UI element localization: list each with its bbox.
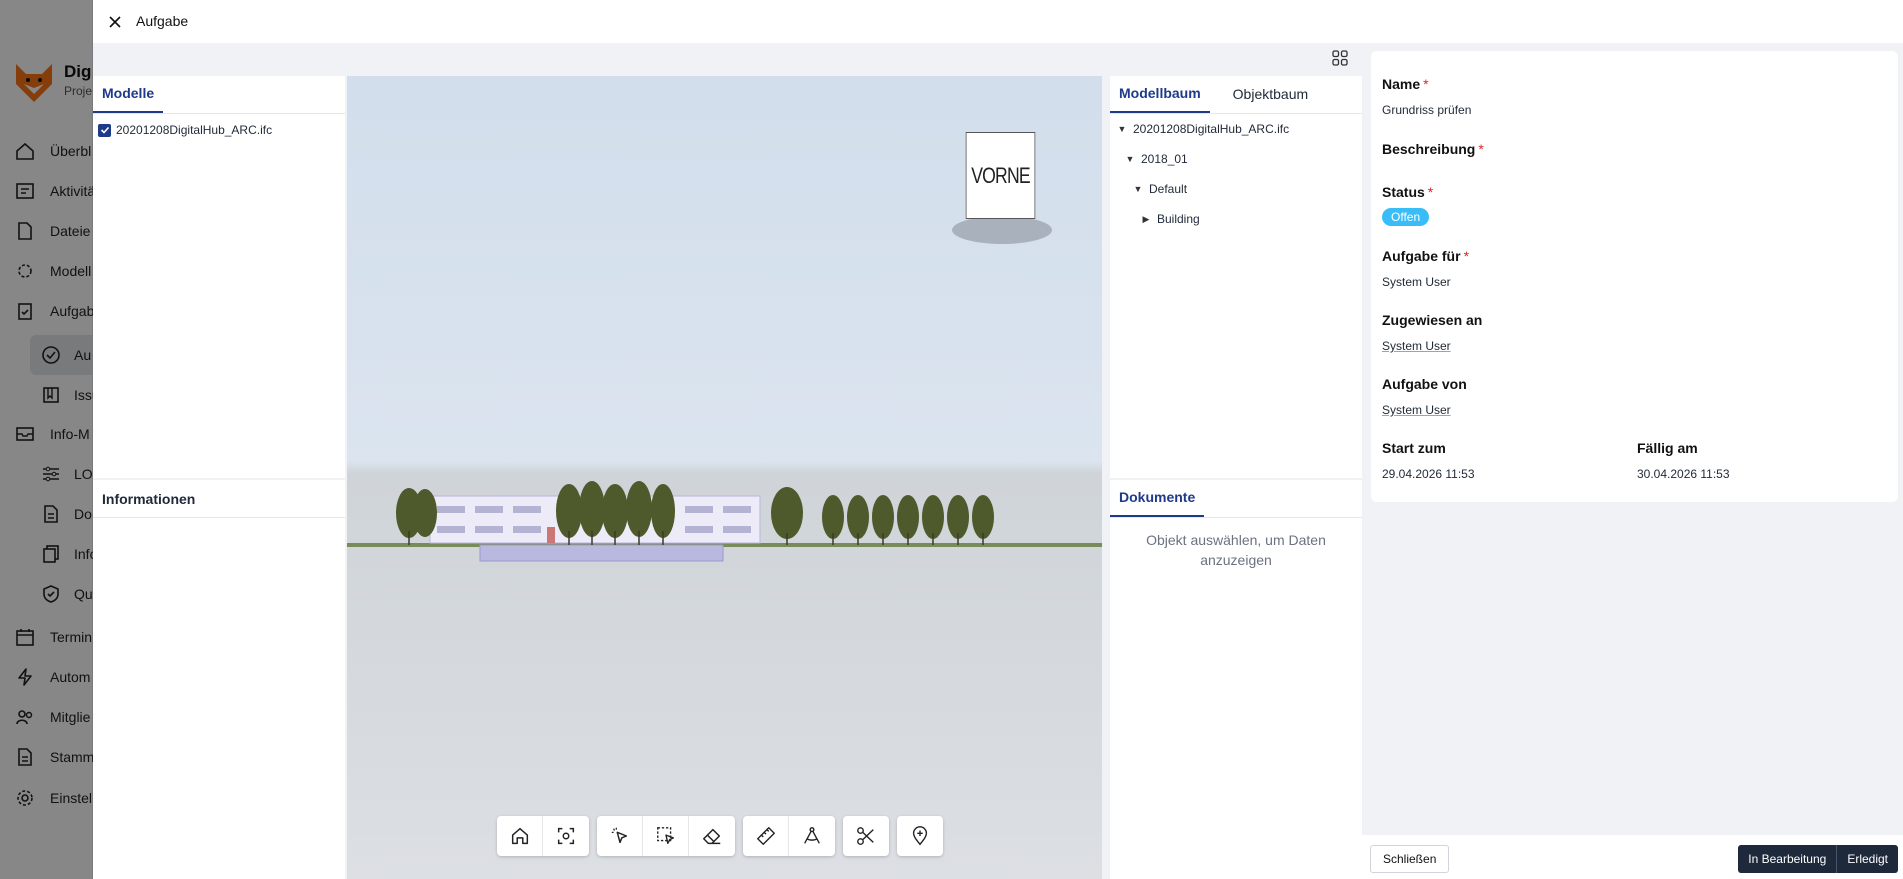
models-tabbar: Modelle: [93, 76, 345, 114]
model-name: 20201208DigitalHub_ARC.ifc: [116, 123, 273, 137]
due-label: Fällig am: [1637, 440, 1698, 456]
pin-plus-icon: [912, 826, 928, 846]
tree-tabbar: Modellbaum Objektbaum: [1110, 76, 1362, 114]
select-icon: [611, 827, 627, 844]
status-badge[interactable]: Offen: [1382, 208, 1430, 226]
models-panel: Modelle 20201208DigitalHub_ARC.ifc: [93, 76, 345, 478]
tree-node-label: 20201208DigitalHub_ARC.ifc: [1133, 122, 1290, 136]
required-marker: *: [1423, 76, 1429, 92]
section-tools: [843, 816, 889, 856]
measure-tools: [743, 816, 835, 856]
viewer-toolbar: [497, 816, 943, 856]
tree-node[interactable]: ▶ Building: [1110, 204, 1362, 234]
required-marker: *: [1463, 248, 1470, 264]
scissors-icon: [857, 827, 874, 845]
caret-down-icon[interactable]: ▼: [1117, 124, 1127, 134]
assigned-for-label: Aufgabe für *: [1382, 248, 1470, 264]
model-tree: ▼ 20201208DigitalHub_ARC.ifc ▼ 2018_01 ▼ Defa…: [1110, 114, 1362, 234]
task-properties: Name * Grundriss prüfen Beschreibung * Sta…: [1371, 51, 1898, 502]
task-from-label: Aufgabe von: [1382, 376, 1467, 392]
building-scene: [347, 481, 1102, 562]
assigned-to-label: Zugewiesen an: [1382, 312, 1483, 328]
box-select-icon: [656, 827, 674, 845]
dialog-title: Aufgabe: [136, 13, 189, 29]
view-cube-shadow: [952, 216, 1052, 244]
documents-tabbar: Dokumente: [1110, 480, 1362, 518]
caret-right-icon[interactable]: ▶: [1141, 214, 1151, 225]
view-cube[interactable]: VORNE: [952, 132, 1052, 244]
tree-node-label: Default: [1149, 182, 1188, 196]
annotation-tools: [897, 816, 943, 856]
navigation-tools: [497, 816, 589, 856]
model-item[interactable]: 20201208DigitalHub_ARC.ifc: [93, 118, 345, 142]
tab-objektbaum[interactable]: Objektbaum: [1224, 75, 1317, 113]
check-icon: [100, 126, 109, 134]
close-icon[interactable]: [105, 12, 125, 32]
task-dialog: Aufgabe Modelle 20201208DigitalHub_ARC.i…: [93, 0, 1903, 879]
required-marker: *: [1427, 184, 1434, 200]
due-value[interactable]: 30.04.2026 11:53: [1637, 467, 1730, 481]
tree-node-label: 2018_01: [1141, 152, 1188, 166]
information-header: Informationen: [93, 480, 345, 518]
information-title: Informationen: [102, 490, 196, 507]
information-panel: Informationen: [93, 480, 345, 879]
layout-grid-icon[interactable]: [1332, 50, 1348, 66]
done-button[interactable]: Erledigt: [1836, 845, 1898, 873]
assigned-to-value[interactable]: System User: [1382, 339, 1451, 353]
ruler-icon: [756, 827, 775, 845]
close-button[interactable]: Schließen: [1370, 845, 1450, 873]
angle-icon: [804, 827, 820, 844]
tree-node[interactable]: ▼ Default: [1110, 174, 1362, 204]
tab-modellbaum[interactable]: Modellbaum: [1110, 75, 1210, 113]
dialog-header: Aufgabe: [93, 0, 1903, 43]
model-checkbox[interactable]: [98, 123, 111, 137]
name-value[interactable]: Grundriss prüfen: [1382, 103, 1471, 117]
task-from-value[interactable]: System User: [1382, 403, 1451, 417]
tree-node[interactable]: ▼ 20201208DigitalHub_ARC.ifc: [1110, 114, 1362, 144]
home-icon: [511, 827, 528, 845]
start-label: Start zum: [1382, 440, 1446, 456]
tab-dokumente[interactable]: Dokumente: [1110, 479, 1205, 517]
selection-tools: [597, 816, 735, 856]
measure-distance-button[interactable]: [743, 816, 789, 856]
view-cube-face[interactable]: VORNE: [965, 132, 1036, 219]
status-action-group: In Bearbeitung Erledigt: [1738, 845, 1898, 873]
box-select-button[interactable]: [643, 816, 689, 856]
start-value[interactable]: 29.04.2026 11:53: [1382, 467, 1475, 481]
section-button[interactable]: [843, 816, 889, 856]
eraser-button[interactable]: [689, 816, 735, 856]
in-progress-button[interactable]: In Bearbeitung: [1738, 845, 1836, 873]
description-label: Beschreibung *: [1382, 141, 1484, 157]
focus-icon: [557, 827, 575, 845]
3d-viewer[interactable]: VORNE: [347, 76, 1102, 879]
dialog-footer: Schließen In Bearbeitung Erledigt: [1362, 835, 1903, 879]
focus-view-button[interactable]: [543, 816, 589, 856]
home-view-button[interactable]: [497, 816, 543, 856]
tree-node-label: Building: [1157, 212, 1200, 226]
measure-angle-button[interactable]: [789, 816, 835, 856]
tree-panel: Modellbaum Objektbaum ▼ 20201208DigitalHu…: [1110, 76, 1362, 478]
tree-node[interactable]: ▼ 2018_01: [1110, 144, 1362, 174]
eraser-icon: [703, 828, 721, 845]
tab-modelle[interactable]: Modelle: [93, 75, 164, 113]
documents-empty-state: Objekt auswählen, um Daten anzuzeigen: [1146, 532, 1326, 568]
assigned-for-value[interactable]: System User: [1382, 275, 1451, 289]
caret-down-icon[interactable]: ▼: [1133, 184, 1143, 194]
required-marker: *: [1478, 141, 1484, 157]
status-label: Status *: [1382, 184, 1434, 200]
add-marker-button[interactable]: [897, 816, 943, 856]
select-button[interactable]: [597, 816, 643, 856]
documents-panel: Dokumente Objekt auswählen, um Daten anz…: [1110, 480, 1362, 879]
name-label: Name *: [1382, 76, 1429, 92]
caret-down-icon[interactable]: ▼: [1125, 154, 1135, 164]
